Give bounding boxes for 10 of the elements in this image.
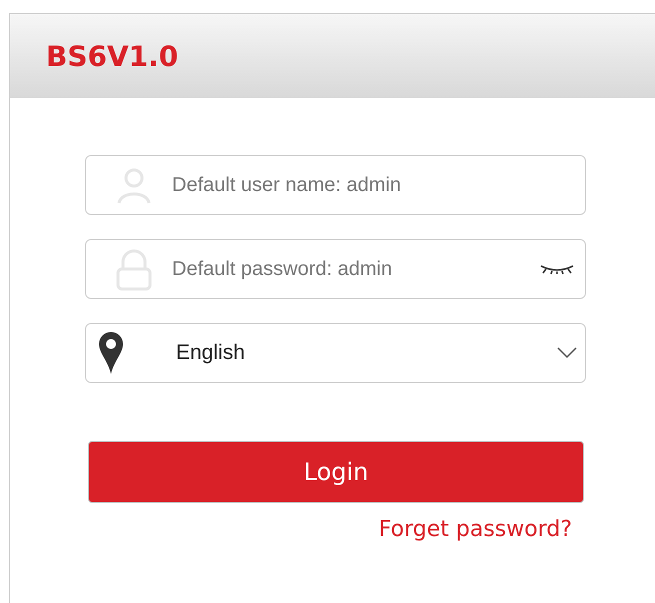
- login-button[interactable]: Login: [88, 441, 584, 503]
- device-title: BS6V1.0: [46, 40, 178, 72]
- closed-eye-icon[interactable]: [540, 263, 574, 275]
- lock-icon: [114, 247, 154, 291]
- forgot-password-link[interactable]: Forget password?: [378, 517, 572, 542]
- password-field[interactable]: Default password: admin: [85, 239, 586, 299]
- username-field[interactable]: Default user name: admin: [85, 155, 586, 215]
- location-pin-icon: [98, 331, 124, 375]
- language-select[interactable]: English: [85, 323, 586, 383]
- chevron-down-icon: [557, 347, 577, 359]
